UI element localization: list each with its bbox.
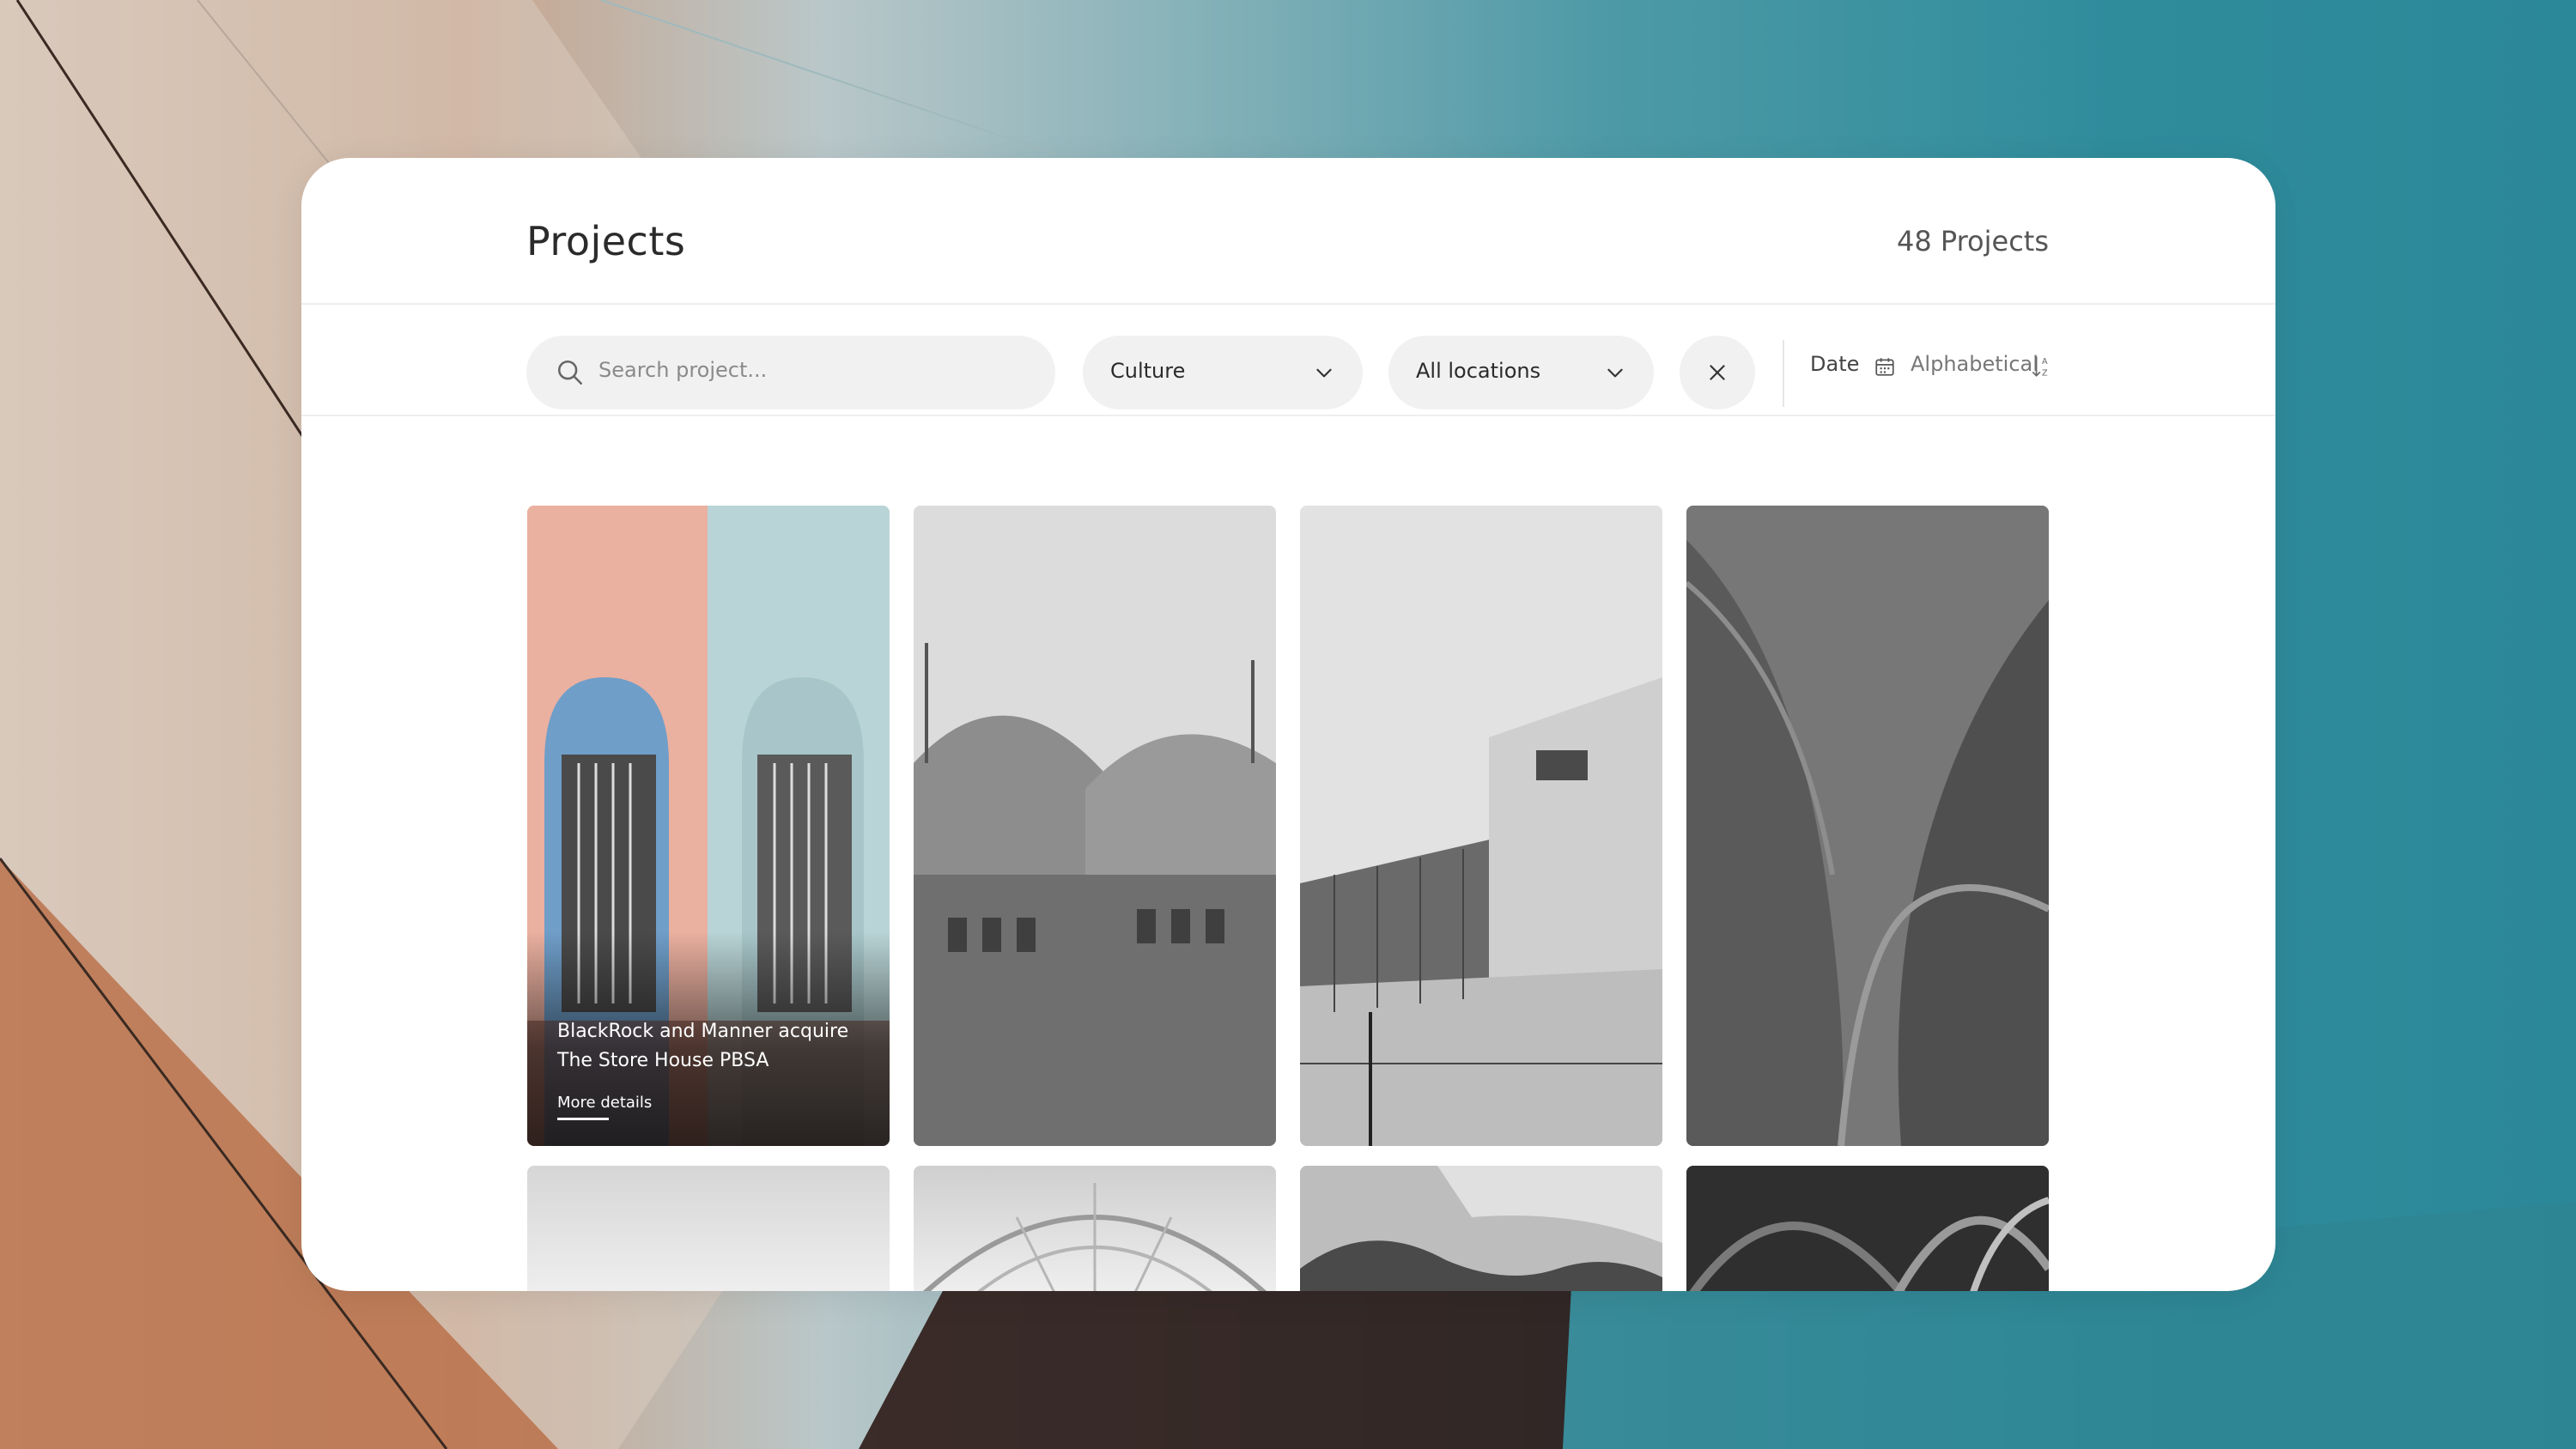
divider (1783, 340, 1784, 407)
projects-count: 48 Projects (1896, 225, 2049, 258)
search-icon (557, 360, 583, 385)
svg-text:Z: Z (2042, 369, 2048, 379)
sort-date-label: Date (1810, 352, 1860, 376)
projects-card: Projects 48 Projects Search project... C… (301, 158, 2275, 1291)
project-card[interactable] (527, 1166, 890, 1291)
header: Projects 48 Projects (301, 158, 2275, 305)
project-card[interactable] (1686, 1166, 2049, 1291)
link-underline (557, 1118, 609, 1120)
project-image (922, 1183, 1267, 1291)
project-card[interactable] (914, 1166, 1276, 1291)
sort-by-date-button[interactable]: Date (1810, 352, 1894, 390)
project-card[interactable]: BlackRock and Manner acquire The Store H… (527, 506, 890, 1146)
project-card[interactable] (1686, 506, 2049, 1146)
location-dropdown[interactable]: All locations (1388, 336, 1654, 409)
location-value: All locations (1416, 359, 1541, 383)
project-card[interactable] (914, 506, 1276, 1146)
category-value: Culture (1110, 359, 1186, 383)
project-image (1300, 506, 1662, 1146)
more-details-link[interactable]: More details (557, 1094, 652, 1112)
close-icon (1710, 365, 1725, 380)
search-input[interactable]: Search project... (526, 336, 1055, 409)
search-placeholder: Search project... (598, 358, 768, 382)
chevron-down-icon (1316, 368, 1332, 378)
sort-alpha-label: Alphabetical (1911, 352, 2038, 376)
project-card[interactable] (1300, 506, 1662, 1146)
project-card[interactable] (1300, 1166, 1662, 1291)
sort-alphabetical-button[interactable]: Alphabetical A Z (1911, 352, 2048, 390)
chevron-down-icon (1607, 368, 1623, 378)
calendar-icon (1875, 358, 1894, 376)
project-image (1686, 1166, 2049, 1291)
svg-text:A: A (2042, 357, 2048, 367)
project-image (1300, 1166, 1662, 1291)
page-title: Projects (526, 218, 686, 264)
project-image (914, 506, 1276, 1146)
category-dropdown[interactable]: Culture (1083, 336, 1363, 409)
project-title: BlackRock and Manner acquire The Store H… (557, 1021, 849, 1071)
sort-az-icon: A Z (2032, 356, 2048, 379)
clear-filters-button[interactable] (1680, 336, 1755, 409)
project-image (1686, 506, 2049, 1146)
